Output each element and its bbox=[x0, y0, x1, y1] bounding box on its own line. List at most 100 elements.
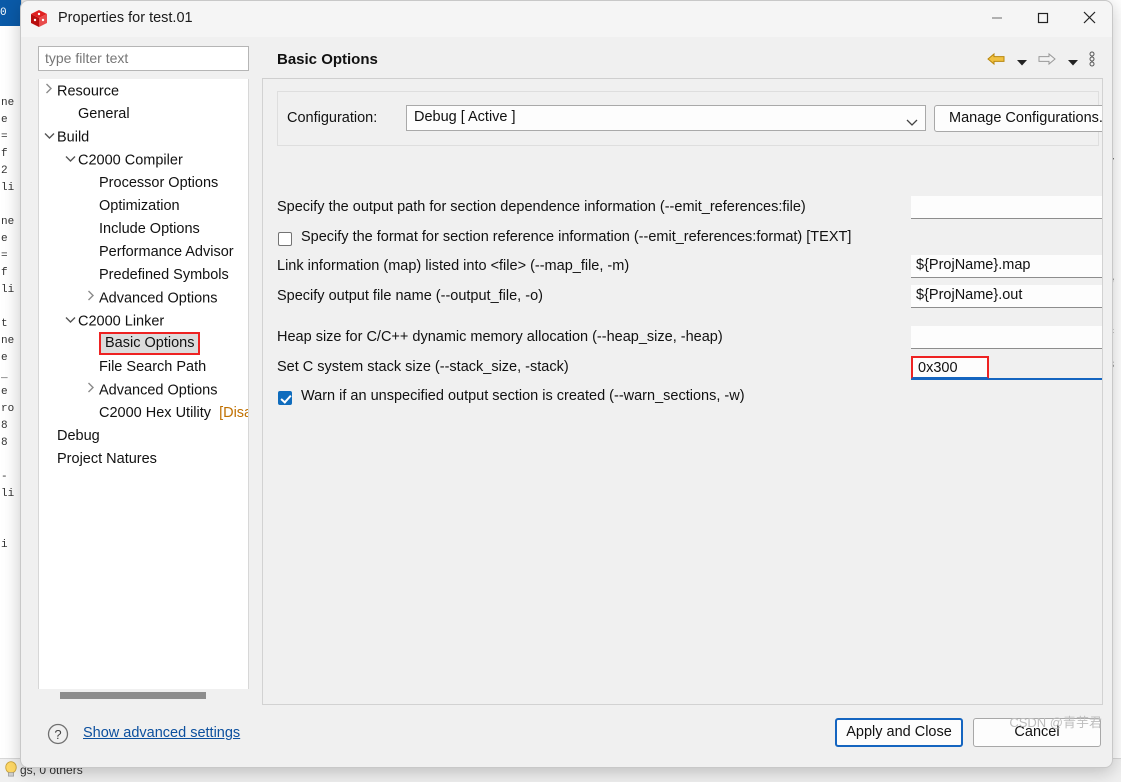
content-body: Configuration: Debug [ Active ] Manage C… bbox=[262, 79, 1103, 705]
option-row: Heap size for C/C++ dynamic memory alloc… bbox=[277, 326, 1102, 351]
tree-item-optimization[interactable]: Optimization bbox=[39, 195, 248, 218]
tree-item-label: General bbox=[78, 106, 130, 122]
properties-dialog: Properties for test.01 type filter text … bbox=[20, 0, 1113, 768]
minimize-button[interactable] bbox=[974, 1, 1020, 34]
tree-item-label: Build bbox=[57, 129, 90, 146]
configuration-select[interactable]: Debug [ Active ] bbox=[406, 105, 926, 131]
configuration-label: Configuration: bbox=[287, 110, 378, 126]
content-header: Basic Options bbox=[262, 43, 1103, 79]
tree-item-c2000-linker[interactable]: C2000 Linker bbox=[39, 310, 248, 333]
tree-item-disabled-note: [Disabled] bbox=[219, 405, 249, 421]
checkbox-unchecked[interactable] bbox=[278, 232, 292, 246]
checkbox-checked[interactable] bbox=[278, 391, 292, 405]
tree-item-resource[interactable]: Resource bbox=[39, 80, 248, 103]
tree-item-advanced-options[interactable]: Advanced Options bbox=[39, 379, 248, 402]
tree-item-label: Advanced Options bbox=[99, 382, 218, 399]
ide-editor-left-strip: 0 ne e = f 2 li ne e = f li t ne e _ e r… bbox=[0, 0, 22, 782]
forward-dropdown-chevron-down-icon[interactable] bbox=[1067, 53, 1078, 71]
page-title: Basic Options bbox=[277, 51, 378, 68]
tree-item-debug[interactable]: Debug bbox=[39, 425, 248, 448]
chevron-right-icon[interactable] bbox=[83, 287, 99, 310]
vertical-dots-icon[interactable] bbox=[1089, 51, 1095, 72]
chevron-down-icon bbox=[906, 114, 918, 132]
option-text-input[interactable] bbox=[911, 196, 1102, 219]
tree-item-label: Processor Options bbox=[99, 175, 219, 191]
option-label: Specify the output path for section depe… bbox=[277, 199, 806, 215]
apply-and-close-button[interactable]: Apply and Close bbox=[835, 718, 963, 747]
tree-item-performance-advisor[interactable]: Performance Advisor bbox=[39, 241, 248, 264]
ide-code-left: ne e = f 2 li ne e = f li t ne e _ e ro … bbox=[1, 97, 15, 551]
chevron-down-icon[interactable] bbox=[62, 310, 78, 333]
tree-item-label: Debug bbox=[57, 428, 100, 444]
option-row: Specify output file name (--output_file,… bbox=[277, 285, 1102, 310]
tree-item-predefined-symbols[interactable]: Predefined Symbols bbox=[39, 264, 248, 287]
show-advanced-settings-link[interactable]: Show advanced settings bbox=[83, 725, 240, 741]
maximize-icon bbox=[1037, 12, 1049, 23]
tree-item-label: Predefined Symbols bbox=[99, 267, 229, 283]
tree-item-label: Optimization bbox=[99, 198, 180, 214]
ide-window-title-fragment: 0 bbox=[0, 0, 21, 26]
option-row: Specify the output path for section depe… bbox=[277, 196, 1102, 221]
close-button[interactable] bbox=[1066, 1, 1112, 34]
tree-item-label: File Search Path bbox=[99, 359, 207, 375]
tree-item-file-search-path[interactable]: File Search Path bbox=[39, 356, 248, 379]
tree-item-label: Include Options bbox=[99, 221, 200, 237]
tree-item-processor-options[interactable]: Processor Options bbox=[39, 172, 248, 195]
tree-item-advanced-options[interactable]: Advanced Options bbox=[39, 287, 248, 310]
back-dropdown-chevron-down-icon[interactable] bbox=[1016, 53, 1027, 71]
maximize-button[interactable] bbox=[1020, 1, 1066, 34]
forward-arrow-icon[interactable] bbox=[1038, 52, 1056, 71]
tree-item-label: Advanced Options bbox=[99, 290, 218, 307]
tree-item-include-options[interactable]: Include Options bbox=[39, 218, 248, 241]
chevron-right-icon[interactable] bbox=[83, 379, 99, 402]
tree-item-general[interactable]: General bbox=[39, 103, 248, 126]
tree-horizontal-scrollbar[interactable] bbox=[38, 689, 249, 703]
option-text-input[interactable]: 0x300 bbox=[911, 356, 989, 379]
dialog-title: Properties for test.01 bbox=[58, 10, 193, 26]
dialog-title-bar: Properties for test.01 bbox=[21, 1, 1112, 37]
tree-item-build[interactable]: Build bbox=[39, 126, 248, 149]
chevron-down-icon[interactable] bbox=[41, 126, 57, 149]
svg-text:?: ? bbox=[54, 727, 61, 742]
dialog-footer: ? Show advanced settings Apply and Close… bbox=[21, 705, 1112, 767]
option-text-input[interactable]: ${ProjName}.out bbox=[911, 285, 1102, 308]
configuration-value: Debug [ Active ] bbox=[414, 109, 516, 125]
filter-input[interactable]: type filter text bbox=[38, 46, 249, 71]
watermark: CSDN @青芋君 bbox=[1009, 715, 1102, 730]
minimize-icon bbox=[992, 16, 1002, 19]
configuration-group: Configuration: Debug [ Active ] Manage C… bbox=[277, 91, 1102, 146]
tree-scrollbar-thumb[interactable] bbox=[60, 692, 206, 699]
tree-item-label: Basic Options bbox=[99, 332, 201, 356]
lightbulb-icon bbox=[5, 761, 17, 777]
tree-item-c2000-compiler[interactable]: C2000 Compiler bbox=[39, 149, 248, 172]
tree-item-label: Project Natures bbox=[57, 451, 157, 467]
page-toolbar bbox=[980, 51, 1095, 71]
option-label: Set C system stack size (--stack_size, -… bbox=[277, 359, 569, 375]
tree-item-label: Resource bbox=[57, 83, 120, 100]
option-row: Specify the format for section reference… bbox=[277, 227, 1099, 251]
option-row: Set C system stack size (--stack_size, -… bbox=[277, 356, 1102, 381]
option-text-input[interactable] bbox=[911, 326, 1102, 349]
back-arrow-icon[interactable] bbox=[987, 52, 1005, 71]
option-label: Link information (map) listed into <file… bbox=[277, 258, 630, 274]
tree-item-label: Performance Advisor bbox=[99, 244, 234, 260]
option-label: Warn if an unspecified output section is… bbox=[301, 388, 745, 404]
option-text-input[interactable]: ${ProjName}.map bbox=[911, 255, 1102, 278]
chevron-right-icon[interactable] bbox=[41, 80, 57, 103]
option-row: Warn if an unspecified output section is… bbox=[277, 386, 1099, 410]
option-row: Link information (map) listed into <file… bbox=[277, 255, 1102, 280]
tree-item-label: C2000 Compiler bbox=[78, 152, 183, 169]
cube-icon bbox=[31, 10, 47, 27]
tree-item-project-natures[interactable]: Project Natures bbox=[39, 448, 248, 471]
manage-configurations-button[interactable]: Manage Configurations... bbox=[934, 105, 1102, 132]
question-mark-icon[interactable]: ? bbox=[47, 723, 69, 745]
option-label: Specify the format for section reference… bbox=[301, 229, 852, 245]
tree-item-c2000-hex-utility[interactable]: C2000 Hex Utility [Disabled] bbox=[39, 402, 248, 425]
tree-item-label: C2000 Hex Utility bbox=[99, 405, 212, 421]
tree-item-label: C2000 Linker bbox=[78, 313, 165, 330]
option-label: Specify output file name (--output_file,… bbox=[277, 288, 543, 304]
chevron-down-icon[interactable] bbox=[62, 149, 78, 172]
tree-item-basic-options[interactable]: Basic Options bbox=[39, 332, 248, 356]
option-label: Heap size for C/C++ dynamic memory alloc… bbox=[277, 329, 723, 345]
settings-tree[interactable]: Resource General Build C2000 Compiler Proc… bbox=[38, 79, 249, 699]
